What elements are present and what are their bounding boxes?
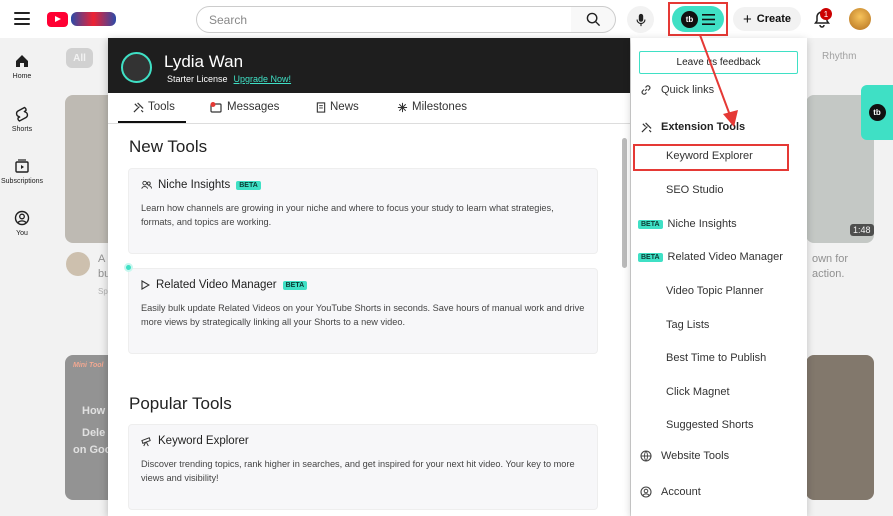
menu-item-label: Niche Insights — [667, 218, 737, 230]
tool-card-keyword-explorer[interactable]: Keyword Explorer Discover trending topic… — [128, 424, 598, 510]
panel-scrollbar[interactable] — [622, 138, 627, 268]
menu-icon[interactable] — [14, 12, 30, 25]
beta-badge: BETA — [236, 180, 261, 190]
beta-badge: BETA — [638, 219, 663, 229]
tubebuddy-panel: Lydia Wan Starter License Upgrade Now! To… — [108, 38, 630, 516]
tab-milestones[interactable]: Milestones — [397, 101, 467, 113]
search-button[interactable] — [571, 6, 616, 33]
link-icon — [641, 85, 651, 95]
menu-item-label: Account — [661, 486, 701, 498]
card-title: Niche Insights BETA — [141, 179, 585, 191]
search-input[interactable]: Search — [196, 6, 572, 33]
create-button[interactable]: + Create — [733, 7, 801, 31]
card-description: Easily bulk update Related Videos on you… — [141, 303, 585, 327]
annotation-arrow — [699, 34, 738, 127]
tools-icon — [133, 101, 144, 113]
menu-item-label: Tag Lists — [666, 319, 710, 331]
new-tools-heading: New Tools — [129, 137, 208, 156]
menu-item-website-tools[interactable]: Website Tools — [631, 450, 807, 462]
tab-tools[interactable]: Tools — [133, 101, 175, 113]
user-avatar — [121, 52, 152, 83]
youtube-topbar: Search tb + Create 1 — [0, 0, 893, 38]
user-name: Lydia Wan — [164, 52, 244, 71]
tool-card-related-video-manager[interactable]: Related Video Manager BETA Easily bulk u… — [128, 268, 598, 354]
menu-item-video-topic-planner[interactable]: Video Topic Planner — [631, 285, 807, 297]
tab-label: Messages — [227, 101, 280, 113]
menu-item-niche-insights[interactable]: BETA Niche Insights — [631, 218, 807, 230]
menu-item-click-magnet[interactable]: Click Magnet — [631, 386, 807, 398]
menu-item-label: Click Magnet — [666, 386, 730, 398]
beta-badge: BETA — [638, 252, 663, 262]
menu-item-tag-lists[interactable]: Tag Lists — [631, 319, 807, 331]
globe-icon — [640, 450, 652, 462]
panel-header: Lydia Wan Starter License Upgrade Now! — [108, 38, 630, 93]
menu-item-suggested-shorts[interactable]: Suggested Shorts — [631, 419, 807, 431]
avatar[interactable] — [849, 8, 871, 30]
upgrade-link[interactable]: Upgrade Now! — [234, 74, 292, 84]
tool-card-niche-insights[interactable]: Niche Insights BETA Learn how channels a… — [128, 168, 598, 254]
create-label: Create — [756, 13, 791, 25]
license-label: Starter License — [167, 74, 228, 84]
youtube-logo[interactable] — [47, 10, 117, 28]
menu-item-keyword-explorer[interactable]: Keyword Explorer — [631, 150, 807, 162]
menu-item-best-time-to-publish[interactable]: Best Time to Publish — [631, 352, 807, 364]
tubebuddy-menu-button[interactable]: tb — [672, 6, 724, 32]
card-title-text: Related Video Manager — [156, 279, 277, 291]
menu-item-label: Keyword Explorer — [666, 150, 753, 162]
messages-icon — [210, 101, 222, 113]
tubebuddy-logo-icon: tb — [681, 10, 698, 28]
active-tab-indicator — [118, 121, 186, 123]
tab-label: Milestones — [412, 101, 467, 113]
mic-icon — [635, 13, 646, 26]
card-title-text: Niche Insights — [158, 179, 231, 191]
voice-search-button[interactable] — [627, 6, 654, 33]
card-description: Discover trending topics, rank higher in… — [141, 459, 575, 483]
popular-tools-heading: Popular Tools — [129, 394, 232, 413]
panel-tabs: Tools Messages News Milestones — [108, 93, 630, 124]
menu-item-label: Suggested Shorts — [666, 419, 754, 431]
menu-item-label: Website Tools — [661, 450, 730, 462]
notification-dot — [124, 263, 133, 272]
menu-item-label: SEO Studio — [666, 184, 724, 196]
card-title: Keyword Explorer — [141, 435, 585, 447]
tab-news[interactable]: News — [316, 101, 359, 113]
search-icon — [586, 12, 600, 27]
plus-icon: + — [742, 10, 752, 28]
tab-messages[interactable]: Messages — [210, 101, 279, 113]
users-icon — [141, 180, 152, 189]
menu-item-related-video-manager[interactable]: BETA Related Video Manager — [631, 251, 807, 263]
menu-item-label: Best Time to Publish — [666, 352, 767, 364]
telescope-icon — [141, 436, 151, 446]
beta-badge: BETA — [282, 280, 308, 290]
notification-badge: 1 — [820, 8, 832, 20]
account-icon — [640, 486, 652, 498]
tools-icon — [640, 121, 652, 133]
tab-label: Tools — [148, 101, 175, 113]
license-info: Starter License Upgrade Now! — [167, 74, 291, 84]
card-title: Related Video Manager BETA — [141, 279, 585, 291]
menu-item-label: Video Topic Planner — [666, 285, 764, 297]
hamburger-icon — [702, 13, 715, 25]
milestones-icon — [397, 102, 408, 112]
menu-item-seo-studio[interactable]: SEO Studio — [631, 184, 807, 196]
tab-label: News — [330, 101, 359, 113]
menu-item-account[interactable]: Account — [631, 486, 807, 498]
card-title-text: Keyword Explorer — [158, 435, 249, 447]
news-icon — [316, 101, 326, 113]
play-outline-icon — [141, 280, 150, 290]
card-description: Learn how channels are growing in your n… — [141, 203, 554, 227]
tubebuddy-side-tab[interactable]: tb — [861, 85, 893, 140]
tubebuddy-logo-icon: tb — [868, 104, 886, 121]
menu-item-label: Related Video Manager — [667, 251, 783, 263]
